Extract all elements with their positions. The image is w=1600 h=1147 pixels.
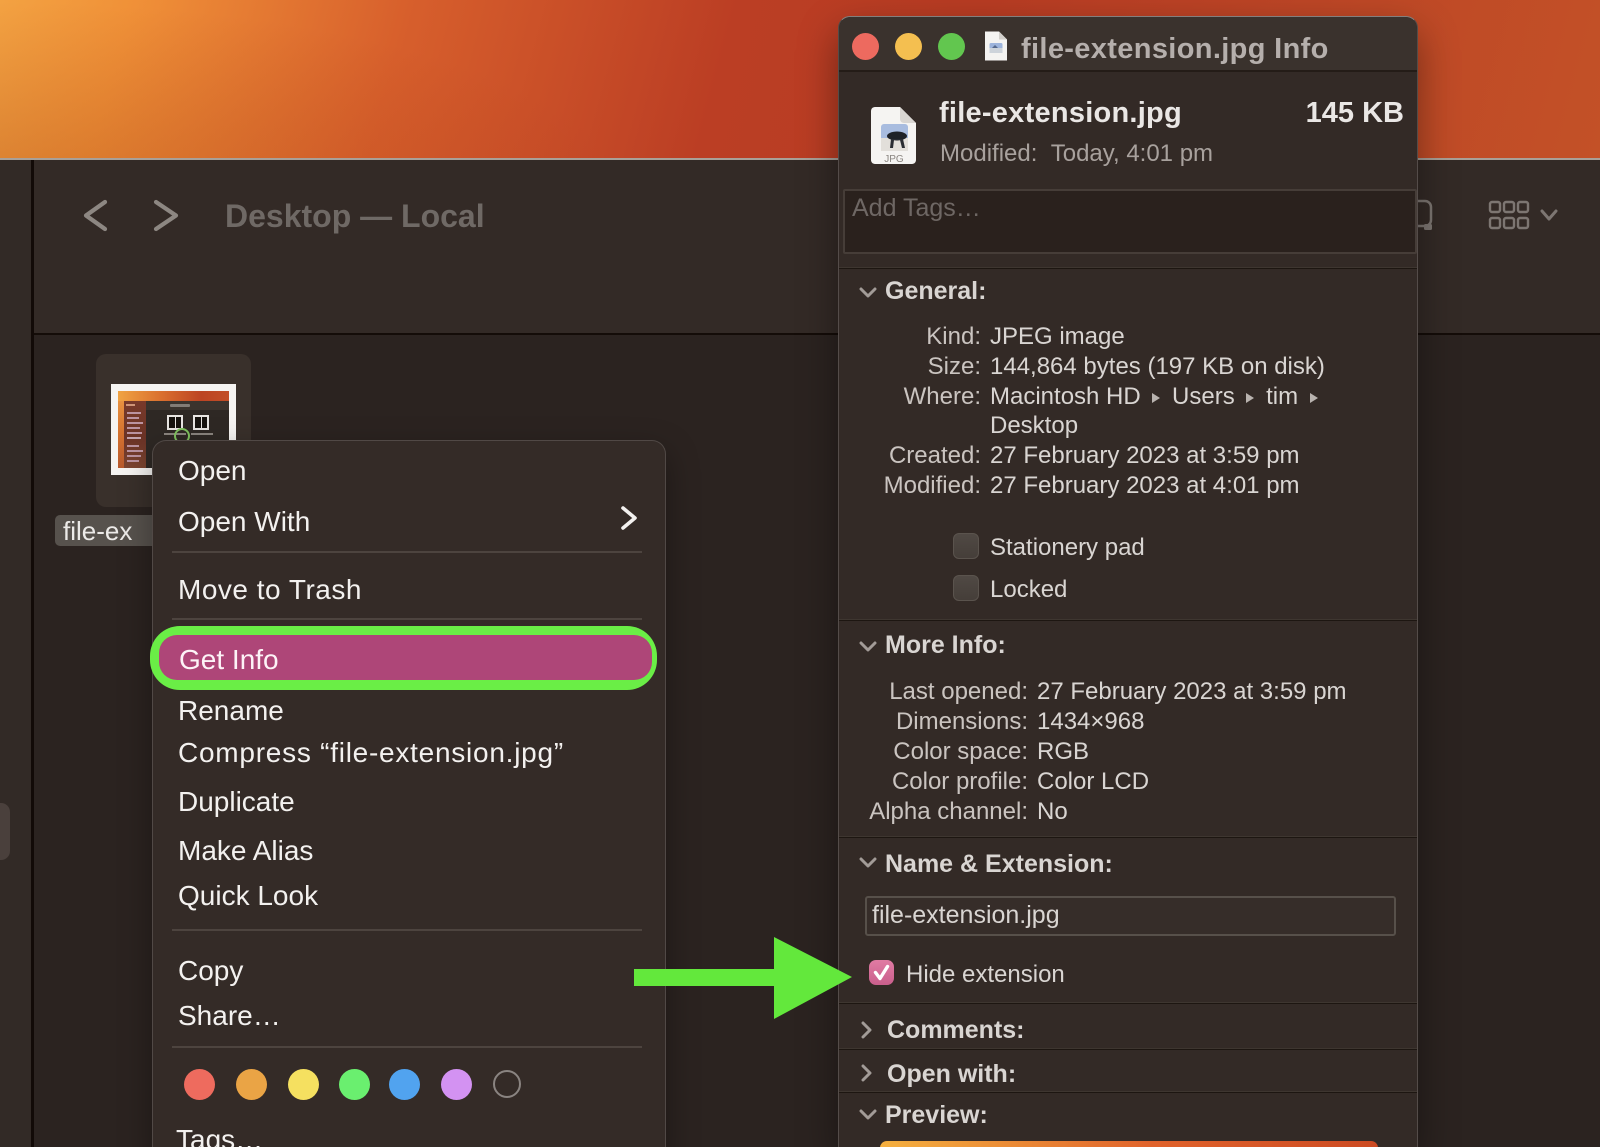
svg-text:JPG: JPG: [884, 154, 904, 165]
